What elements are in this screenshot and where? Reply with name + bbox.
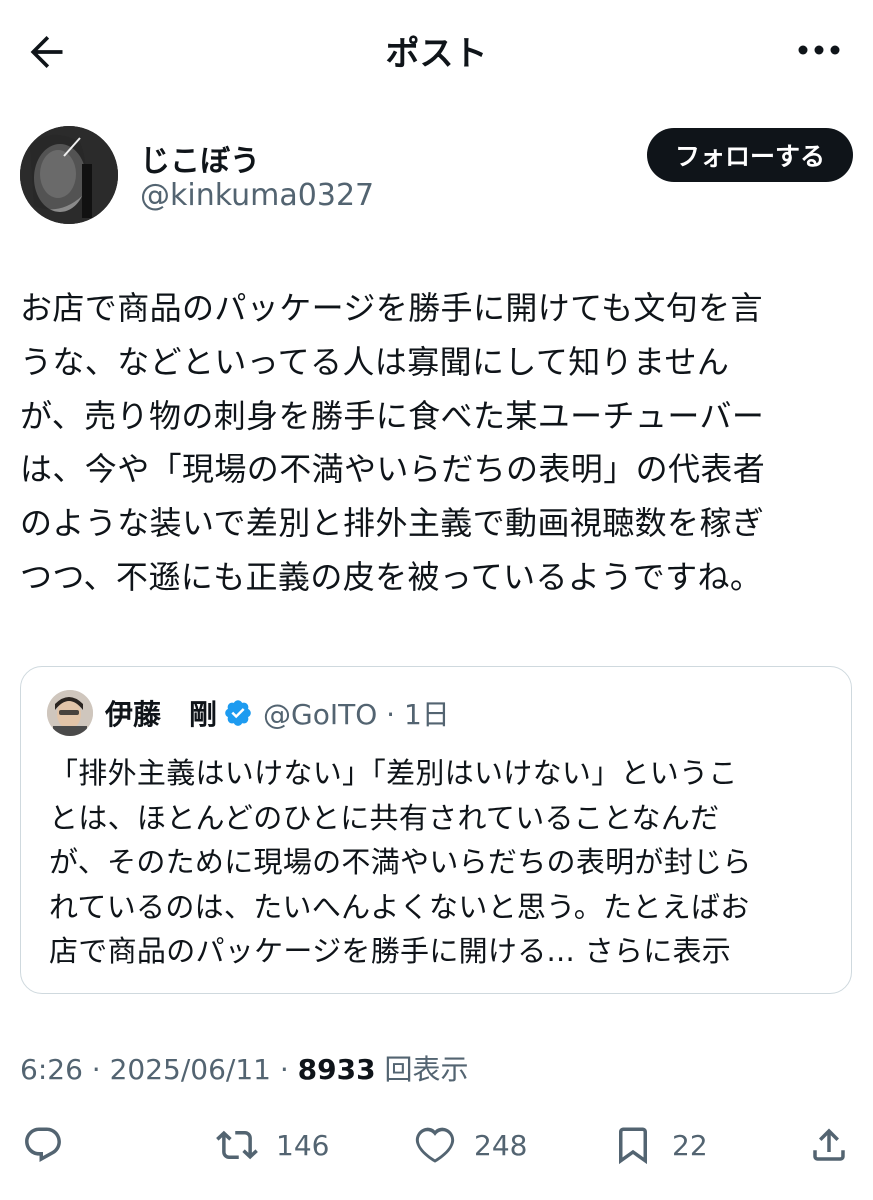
quoted-author-avatar[interactable] — [47, 690, 93, 736]
like-button[interactable]: 248 — [414, 1120, 527, 1170]
post-meta: 6:26 · 2025/06/11 · 8933 回表示 — [20, 1048, 469, 1088]
retweet-button[interactable]: 146 — [216, 1120, 329, 1170]
action-bar: 146 248 22 — [0, 1110, 873, 1180]
reply-button[interactable] — [22, 1120, 64, 1170]
share-icon — [813, 1128, 845, 1161]
retweet-icon — [216, 1130, 258, 1160]
verified-badge-icon — [225, 700, 251, 726]
page-title: ポスト — [385, 34, 488, 74]
like-count: 248 — [474, 1128, 528, 1162]
reply-icon — [25, 1127, 61, 1162]
quoted-line: れているのは、たいへんよくないと思う。たとえばお — [49, 889, 750, 924]
post-line: つつ、不遜にも正義の皮を被っているようですね。 — [20, 557, 763, 596]
bookmark-icon — [619, 1127, 647, 1165]
post-line: が、売り物の刺身を勝手に食べた某ユーチューバー — [20, 396, 765, 435]
quoted-line: 店で商品のパッケージを勝手に開ける... さらに表示 — [49, 929, 839, 974]
show-more-link[interactable]: さらに表示 — [575, 934, 731, 968]
follow-button[interactable]: フォローする — [646, 128, 853, 182]
post-body: お店で商品のパッケージを勝手に開けても文句を言 うな、などといってる人は寡聞にし… — [20, 282, 850, 605]
bookmark-button[interactable]: 22 — [612, 1120, 708, 1170]
quoted-line: が、そのために現場の不満やいらだちの表明が封じら — [49, 845, 752, 879]
post-line: お店で商品のパッケージを勝手に開けても文句を言 — [20, 289, 763, 327]
avatar-photo — [47, 690, 93, 736]
share-button[interactable] — [808, 1120, 850, 1170]
quoted-author-handle-time[interactable]: @GoITO · 1日 — [263, 693, 450, 733]
quoted-line: 「排外主義はいけない」「差別はいけない」というこ — [49, 756, 738, 790]
retweet-count: 146 — [276, 1128, 330, 1162]
view-count-label: 回表示 — [375, 1053, 469, 1086]
more-horizontal-icon — [798, 45, 840, 55]
quoted-post-body: 「排外主義はいけない」「差別はいけない」というこ とは、ほとんどのひとに共有され… — [49, 751, 839, 974]
author-avatar[interactable] — [20, 126, 118, 224]
quoted-post[interactable]: 伊藤 剛 @GoITO · 1日 「排外主義はいけない」「差別はいけない」という… — [20, 666, 852, 994]
view-count: 8933 — [297, 1053, 376, 1086]
avatar-photo — [20, 126, 118, 224]
post-line: のような装いで差別と排外主義で動画視聴数を稼ぎ — [20, 504, 765, 543]
quoted-last-line: 店で商品のパッケージを勝手に開ける... — [49, 934, 576, 968]
post-line: うな、などといってる人は寡聞にして知りません — [20, 342, 730, 381]
post-author: じこぼう @kinkuma0327 フォローする — [20, 126, 853, 226]
quoted-author-name[interactable]: 伊藤 剛 — [105, 693, 217, 733]
quoted-post-header: 伊藤 剛 @GoITO · 1日 — [47, 689, 450, 737]
heart-icon — [415, 1127, 455, 1163]
author-handle[interactable]: @kinkuma0327 — [140, 178, 374, 213]
post-timestamp[interactable]: 6:26 · 2025/06/11 · — [20, 1053, 298, 1086]
top-bar: ポスト — [0, 0, 873, 100]
quoted-line: とは、ほとんどのひとに共有されていることなんだ — [49, 800, 720, 835]
author-display-name[interactable]: じこぼう — [140, 136, 260, 180]
bookmark-count: 22 — [672, 1128, 708, 1162]
more-options-button[interactable] — [795, 30, 843, 70]
post-line: は、今や「現場の不満やいらだちの表明」の代表者 — [20, 450, 766, 489]
